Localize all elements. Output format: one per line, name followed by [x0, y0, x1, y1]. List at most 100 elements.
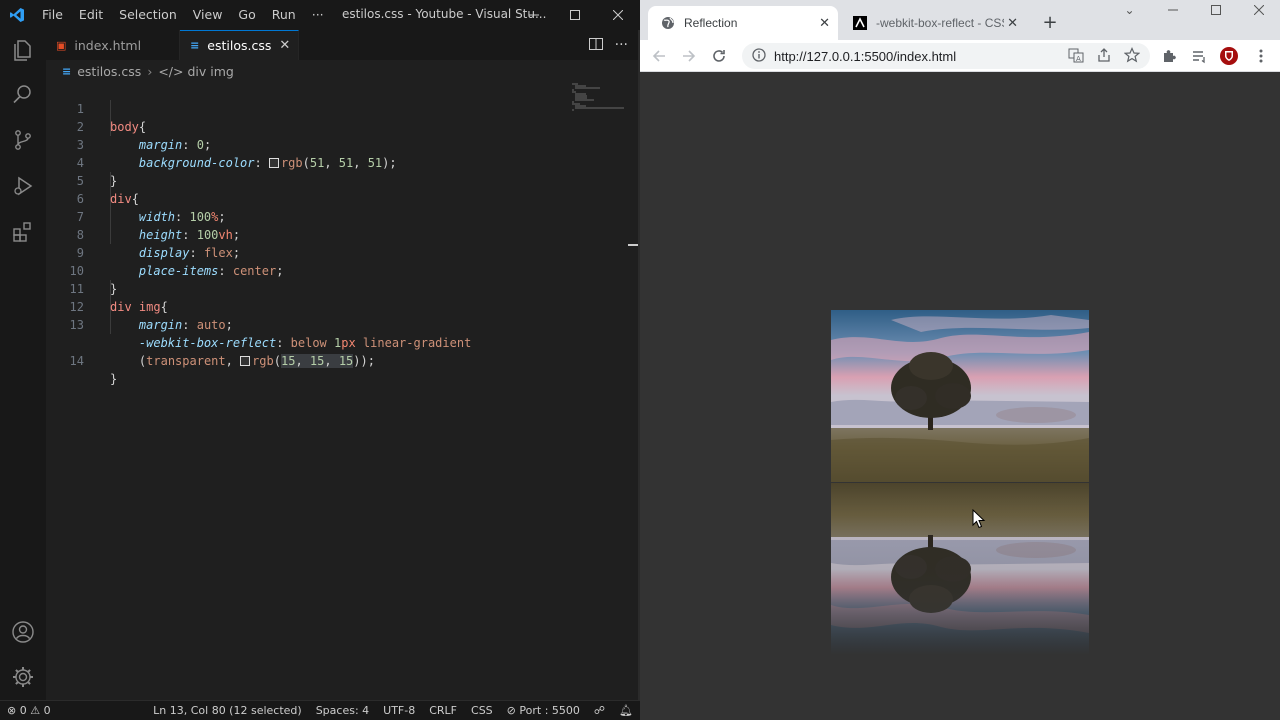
run-debug-icon[interactable]: [9, 172, 37, 200]
forward-arrow-icon[interactable]: [676, 43, 702, 69]
vscode-titlebar: File Edit Selection View Go Run ··· esti…: [0, 0, 640, 30]
warning-icon: ⚠: [30, 704, 41, 717]
extensions-puzzle-icon[interactable]: [1158, 45, 1180, 67]
code-line: 3 background-color: rgb(51, 51, 51);: [46, 118, 616, 170]
tab-title: Reflection: [684, 16, 738, 30]
globe-icon: [660, 15, 676, 31]
error-count: 0: [19, 704, 27, 717]
breadcrumb-symbol[interactable]: div img: [187, 64, 233, 79]
more-actions-icon[interactable]: ···: [615, 37, 628, 53]
html-file-icon: ▣: [56, 38, 67, 52]
search-icon[interactable]: [9, 80, 37, 108]
color-swatch[interactable]: [240, 356, 251, 366]
breadcrumb-chevron-icon: ›: [147, 63, 153, 79]
share-icon[interactable]: [1096, 47, 1112, 66]
mouse-cursor-icon: [972, 508, 986, 533]
maximize-button[interactable]: [553, 0, 597, 30]
close-tab-icon[interactable]: ✕: [279, 38, 290, 53]
cursor-position[interactable]: Ln 13, Col 80 (12 selected): [146, 704, 309, 717]
indentation-setting[interactable]: Spaces: 4: [309, 704, 376, 717]
reflection-gradient-mask: [831, 483, 1089, 655]
minimize-button[interactable]: [512, 0, 556, 30]
no-entry-icon: ⊘: [506, 704, 520, 717]
error-icon: ⊗: [7, 704, 17, 717]
editor-actions: ···: [588, 30, 628, 60]
site-info-icon[interactable]: [752, 47, 766, 65]
tab-label: estilos.css: [207, 38, 272, 53]
close-window-button[interactable]: [1237, 0, 1280, 20]
mdn-icon: [852, 15, 868, 31]
symbol-icon: </>: [158, 63, 184, 79]
problems-indicator[interactable]: ⊗ 0 ⚠ 0: [0, 704, 58, 717]
line-code: }: [110, 372, 118, 386]
editor-tabs: ▣ index.html ≡ estilos.css ✕ ···: [46, 30, 640, 60]
code-line: 11 div img{: [46, 262, 616, 314]
minimize-button[interactable]: [1151, 0, 1194, 20]
tab-index-html[interactable]: ▣ index.html: [46, 30, 181, 60]
vscode-logo-icon: [0, 0, 34, 30]
code-line: 10 }: [46, 244, 616, 296]
reading-list-icon[interactable]: [1188, 45, 1210, 67]
menu-view[interactable]: View: [185, 0, 231, 30]
menu-go[interactable]: Go: [230, 0, 263, 30]
omnibox-actions: A: [1068, 47, 1141, 66]
feedback-icon[interactable]: ☍: [587, 704, 612, 717]
css-file-icon: ≡: [62, 64, 72, 78]
eol-setting[interactable]: CRLF: [422, 704, 464, 717]
breadcrumb-file[interactable]: estilos.css: [77, 64, 141, 79]
reload-icon[interactable]: [706, 43, 732, 69]
menu-edit[interactable]: Edit: [71, 0, 111, 30]
code-line: 14 }: [46, 334, 616, 386]
vscode-window: File Edit Selection View Go Run ··· esti…: [0, 0, 640, 720]
status-bar: ⊗ 0 ⚠ 0 Ln 13, Col 80 (12 selected) Spac…: [0, 700, 640, 720]
profile-avatar[interactable]: [1218, 45, 1240, 67]
menu-more[interactable]: ···: [304, 0, 332, 30]
browser-tab-reflection[interactable]: Reflection ✕: [648, 6, 838, 40]
close-tab-icon[interactable]: ✕: [819, 15, 830, 31]
tab-label: index.html: [74, 37, 142, 53]
code-line: 9 place-items: center;: [46, 226, 616, 278]
code-line: 6 width: 100%;: [46, 172, 616, 224]
chrome-menu-icon[interactable]: [1250, 45, 1272, 67]
browser-tab-mdn[interactable]: -webkit-box-reflect - CSS: ✕: [840, 6, 1026, 40]
live-server-port[interactable]: ⊘ Port : 5500: [500, 704, 587, 717]
extensions-icon[interactable]: [9, 218, 37, 246]
source-control-icon[interactable]: [9, 126, 37, 154]
svg-text:A: A: [1076, 55, 1081, 63]
menu-run[interactable]: Run: [264, 0, 304, 30]
split-editor-icon[interactable]: [588, 37, 603, 54]
css-file-icon: ≡: [190, 39, 200, 52]
explorer-icon[interactable]: [9, 36, 37, 64]
encoding-setting[interactable]: UTF-8: [376, 704, 422, 717]
tab-search-icon[interactable]: ⌄: [1108, 0, 1151, 20]
code-line: 4 }: [46, 136, 616, 188]
new-tab-button[interactable]: +: [1038, 10, 1062, 34]
notifications-bell-icon[interactable]: 🔔︎: [612, 704, 640, 717]
chrome-toolbar: http://127.0.0.1:5500/index.html A: [640, 40, 1280, 72]
activity-bar: [0, 30, 46, 700]
warning-count: 0: [43, 704, 51, 717]
close-tab-icon[interactable]: ✕: [1007, 15, 1018, 31]
address-bar[interactable]: http://127.0.0.1:5500/index.html A: [742, 43, 1150, 69]
maximize-button[interactable]: [1194, 0, 1237, 20]
code-line: 7 height: 100vh;: [46, 190, 616, 242]
code-line: 2 margin: 0;: [46, 100, 616, 152]
menu-file[interactable]: File: [34, 0, 71, 30]
code-line: 8 display: flex;: [46, 208, 616, 260]
code-line: 5 div{: [46, 154, 616, 206]
back-arrow-icon[interactable]: [646, 43, 672, 69]
settings-gear-icon[interactable]: [9, 663, 37, 691]
language-mode[interactable]: CSS: [464, 704, 500, 717]
code-line: 13 -webkit-box-reflect: below 1px linear…: [46, 298, 616, 350]
url-text: http://127.0.0.1:5500/index.html: [774, 48, 957, 64]
close-window-button[interactable]: [596, 0, 640, 30]
code-editor[interactable]: 1 body{ 2 margin: 0; 3 background-color:…: [46, 82, 630, 700]
tab-estilos-css[interactable]: ≡ estilos.css ✕: [180, 30, 300, 60]
line-number: 14: [69, 354, 84, 368]
bookmark-star-icon[interactable]: [1123, 47, 1141, 66]
translate-icon[interactable]: A: [1068, 47, 1084, 66]
menu-selection[interactable]: Selection: [111, 0, 185, 30]
line-code: (transparent, rgb(15, 15, 15));: [138, 354, 375, 368]
account-icon[interactable]: [9, 618, 37, 646]
minimap[interactable]: [566, 82, 630, 122]
